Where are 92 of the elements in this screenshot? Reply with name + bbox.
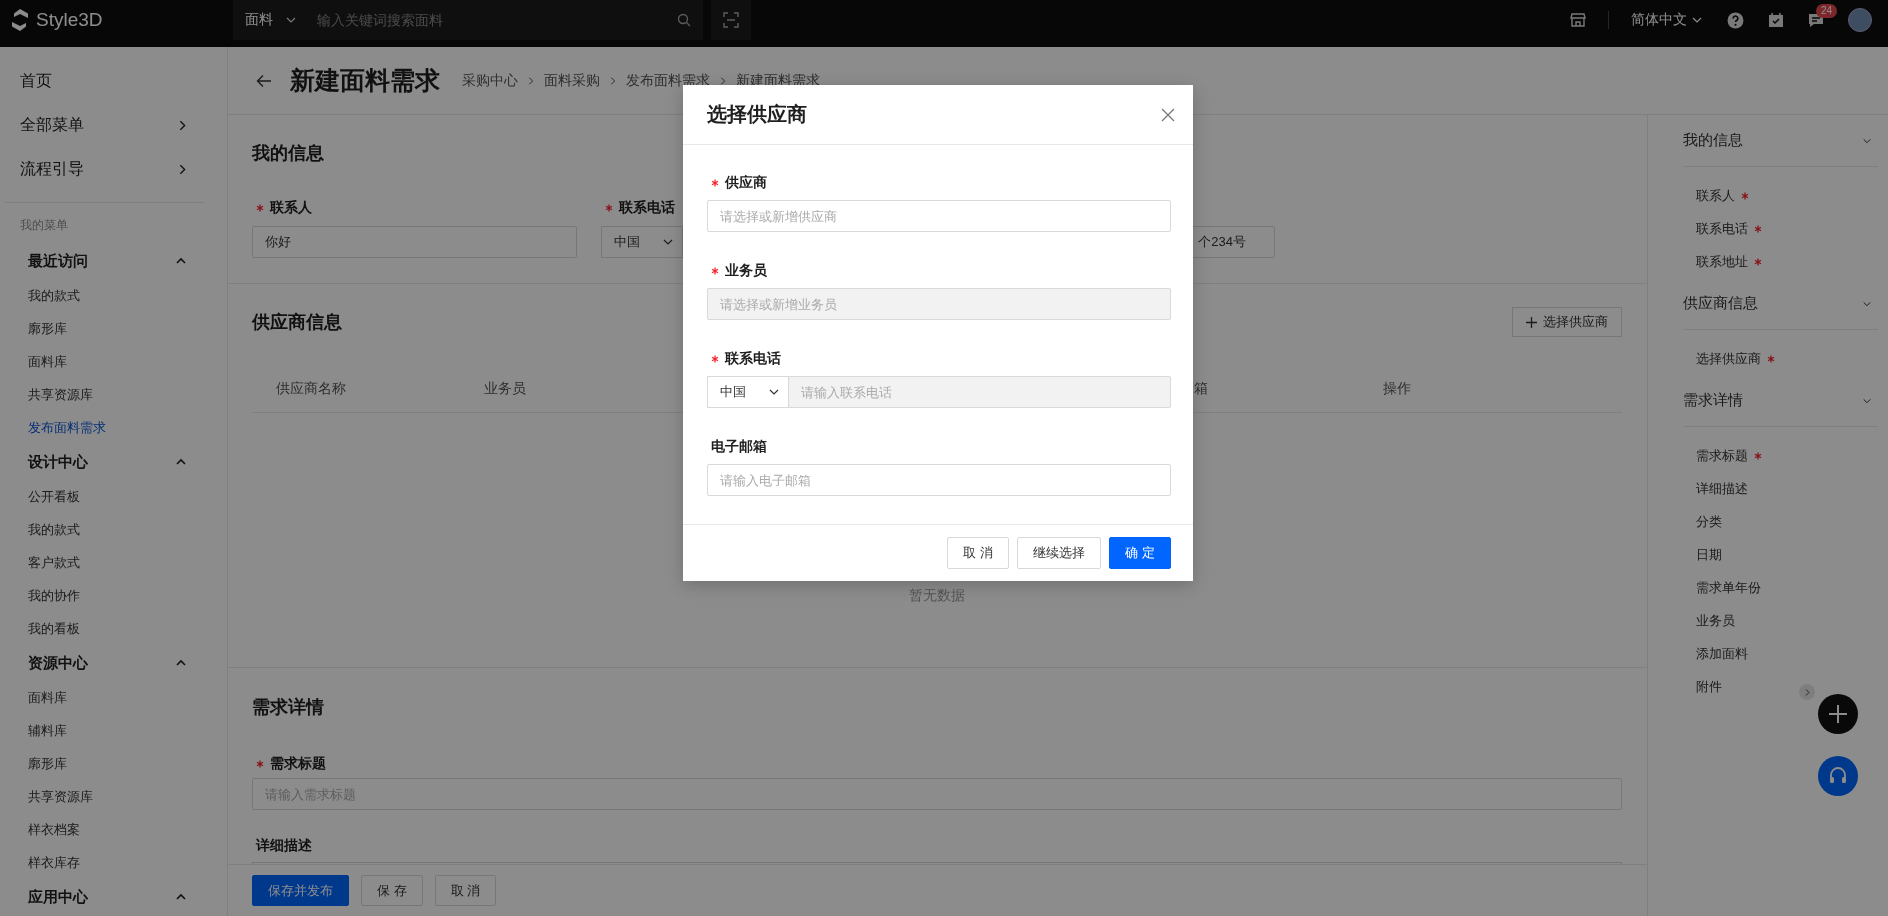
message-icon[interactable] <box>1808 12 1824 28</box>
breadcrumb-link[interactable]: 采购中心 <box>462 71 518 90</box>
outline-link[interactable]: 详细描述 <box>1696 479 1748 498</box>
country-select[interactable]: 中国 <box>601 226 683 258</box>
column-header: 操作 <box>1383 379 1411 398</box>
plus-icon <box>1829 705 1847 723</box>
close-icon[interactable] <box>1161 107 1175 122</box>
sidebar-item[interactable]: 发布面料需求 <box>0 411 227 444</box>
language-select[interactable]: 简体中文 <box>1631 11 1703 29</box>
field-label: 详细描述 <box>256 837 312 855</box>
field-label: 业务员 <box>725 262 767 280</box>
store-icon[interactable] <box>1570 12 1586 28</box>
field-label: 需求标题 <box>270 755 326 773</box>
field-label: 供应商 <box>725 174 767 192</box>
search-field[interactable]: 面料 输入关键词搜索面料 <box>233 0 703 40</box>
outline-link[interactable]: 联系人 <box>1696 186 1735 205</box>
category-select[interactable]: 面料 <box>245 11 297 29</box>
column-header: 业务员 <box>484 379 526 398</box>
logo-icon <box>10 8 30 32</box>
sidebar-item[interactable]: 全部菜单 <box>0 103 227 147</box>
menu-group-header[interactable]: 应用中心 <box>0 879 227 915</box>
outline-link[interactable]: 附件 <box>1696 677 1722 696</box>
support-button[interactable] <box>1818 756 1858 796</box>
breadcrumb-link[interactable]: 面料采购 <box>544 71 600 90</box>
plus-icon <box>1526 316 1537 328</box>
search-icon[interactable] <box>677 13 691 27</box>
column-header: 供应商名称 <box>275 379 346 398</box>
field-label: 联系电话 <box>725 350 781 368</box>
action-button[interactable]: 保 存 <box>361 875 423 906</box>
select-supplier-button[interactable]: 选择供应商 <box>1512 307 1622 337</box>
chevron-right-icon <box>526 75 536 86</box>
sidebar-item[interactable]: 共享资源库 <box>0 780 227 813</box>
menu-group-header[interactable]: 最近访问 <box>0 243 227 279</box>
outline-link[interactable]: 日期 <box>1696 545 1722 564</box>
outline-link[interactable]: 添加面料 <box>1696 644 1748 663</box>
logo-text: Style3D <box>36 9 103 31</box>
sidebar-item[interactable]: 廓形库 <box>0 747 227 780</box>
notification-badge: 24 <box>1816 4 1838 18</box>
section-title: 我的信息 <box>252 142 325 165</box>
sidebar-item[interactable]: 我的看板 <box>0 612 227 645</box>
menu-group-header[interactable]: 设计中心 <box>0 444 227 480</box>
section-label: 我的菜单 <box>20 217 69 234</box>
sidebar-item[interactable]: 共享资源库 <box>0 378 227 411</box>
dialog-button[interactable]: 取 消 <box>947 537 1009 569</box>
publish-button[interactable]: 保存并发布 <box>252 875 349 906</box>
outline-link[interactable]: 需求标题 <box>1696 446 1748 465</box>
sidebar-item[interactable]: 我的款式 <box>0 513 227 546</box>
avatar[interactable] <box>1848 8 1872 32</box>
headset-icon <box>1828 766 1848 786</box>
outline-link[interactable]: 分类 <box>1696 512 1722 531</box>
help-icon[interactable] <box>1727 11 1744 29</box>
field-label: 联系人 <box>270 199 312 217</box>
outline-group[interactable]: 我的信息 <box>1683 115 1878 167</box>
sidebar-item[interactable]: 廓形库 <box>0 312 227 345</box>
sidebar-item[interactable]: 我的款式 <box>0 279 227 312</box>
menu-group-header[interactable]: 资源中心 <box>0 645 227 681</box>
outline-link[interactable]: 业务员 <box>1696 611 1735 630</box>
chevron-right-icon <box>718 75 728 86</box>
sidebar-item[interactable]: 样衣档案 <box>0 813 227 846</box>
sidebar-item[interactable]: 样衣库存 <box>0 846 227 879</box>
sidebar-item[interactable]: 流程引导 <box>0 147 227 191</box>
sidebar-item[interactable]: 面料库 <box>0 681 227 714</box>
sidebar-item[interactable]: 公开看板 <box>0 480 227 513</box>
dialog-button[interactable]: 继续选择 <box>1017 537 1101 569</box>
calendar-icon[interactable] <box>1768 12 1784 28</box>
section-title: 供应商信息 <box>252 311 342 334</box>
outline-link[interactable]: 需求单年份 <box>1696 578 1761 597</box>
section-title: 需求详情 <box>252 696 325 719</box>
sidebar-item[interactable]: 我的协作 <box>0 579 227 612</box>
chevron-right-icon <box>608 75 618 86</box>
sidebar-item[interactable]: 首页 <box>0 59 227 103</box>
confirm-button[interactable]: 确 定 <box>1109 537 1171 569</box>
outline-link[interactable]: 联系地址 <box>1696 252 1748 271</box>
dialog-title: 选择供应商 <box>707 102 807 127</box>
field-label: 电子邮箱 <box>711 438 767 456</box>
outline-link[interactable]: 选择供应商 <box>1696 349 1761 368</box>
sidebar-item[interactable]: 客户款式 <box>0 546 227 579</box>
back-arrow-icon[interactable] <box>256 73 272 88</box>
collapse-toggle[interactable] <box>1799 684 1815 700</box>
add-button[interactable] <box>1818 694 1858 734</box>
page-title: 新建面料需求 <box>290 65 440 96</box>
action-button[interactable]: 取 消 <box>434 875 497 906</box>
text-field[interactable]: 请输入电子邮箱 <box>707 464 1171 496</box>
select-field[interactable]: 请选择或新增供应商 <box>707 200 1171 232</box>
outline-group[interactable]: 供应商信息 <box>1683 278 1878 330</box>
sidebar-item[interactable]: 辅料库 <box>0 714 227 747</box>
outline-group[interactable]: 需求详情 <box>1683 375 1878 427</box>
sidebar-item[interactable]: 面料库 <box>0 345 227 378</box>
outline-link[interactable]: 联系电话 <box>1696 219 1748 238</box>
field-label: 联系电话 <box>619 199 675 217</box>
column-header: 箱 <box>1194 379 1208 398</box>
text-field[interactable]: 你好 <box>252 226 577 258</box>
